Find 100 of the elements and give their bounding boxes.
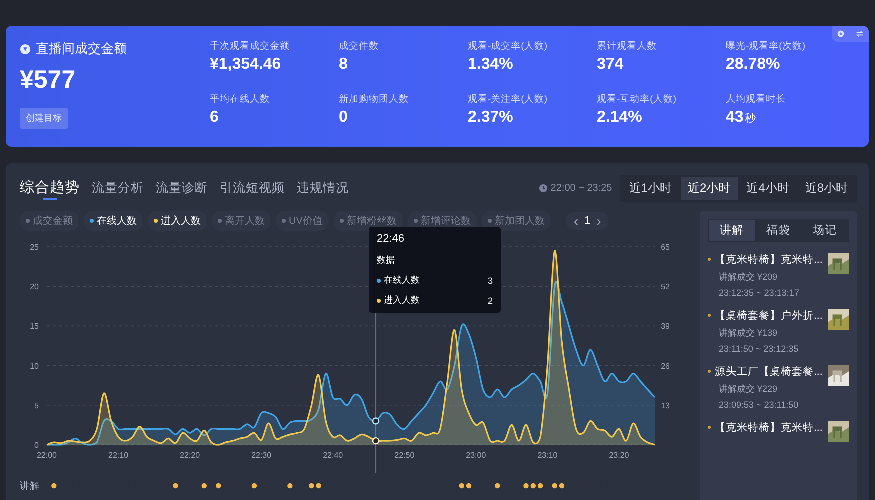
axis-label: 65: [661, 243, 670, 252]
axis-label: 39: [661, 322, 670, 332]
axis-label: 23:20: [609, 451, 630, 460]
tab[interactable]: 引流短视频: [220, 180, 285, 200]
axis-label: 22:20: [180, 451, 200, 460]
metric-value: 1.34%: [468, 56, 514, 74]
next-button[interactable]: ›: [594, 213, 604, 229]
swap-icon[interactable]: [856, 30, 864, 38]
range-button[interactable]: 近8小时: [798, 177, 855, 200]
tooltip-label: 进入人数: [384, 294, 421, 307]
hover-point: [372, 418, 380, 425]
axis-label: 22:50: [394, 451, 415, 460]
range-button[interactable]: 近1小时: [622, 177, 679, 200]
time-span: 23:12:35 ~ 23:13:17: [719, 288, 800, 298]
tab[interactable]: 流量诊断: [156, 180, 208, 200]
metric-value: 374: [597, 56, 625, 74]
metric-label: 累计观看人数: [597, 40, 658, 53]
metric-value: 43秒: [726, 108, 757, 126]
settings-icon[interactable]: [837, 30, 846, 38]
explain-marker[interactable]: [495, 483, 500, 489]
tooltip-title: 数据: [377, 254, 396, 267]
product-title[interactable]: 源头工厂【桌椅套餐...: [715, 365, 828, 379]
axis-label: 23:00: [466, 451, 486, 460]
tooltip-time: 22:46: [377, 233, 406, 245]
axis-label: 5: [34, 401, 39, 410]
product-title[interactable]: 【桌椅套餐】户外折...: [715, 309, 828, 323]
explain-marker[interactable]: [530, 483, 536, 489]
metric-value: ¥1,354.46: [210, 56, 282, 74]
legend-chip[interactable]: 在线人数: [84, 211, 143, 231]
time-span: 23:11:50 ~ 23:12:35: [719, 344, 800, 354]
explain-marker[interactable]: [538, 483, 544, 489]
sidebar-tab[interactable]: 福袋: [755, 220, 802, 241]
sale-amount: 讲解成交 ¥139: [719, 327, 779, 340]
metric-label: 曝光-观看率(次数): [726, 40, 806, 53]
bullet-icon: [708, 370, 711, 373]
explain-row-label: 讲解: [20, 481, 40, 492]
axis-label: 22:10: [108, 451, 129, 460]
metric-label: 观看-互动率(人数): [597, 92, 678, 106]
axis-label: 0: [34, 441, 39, 450]
legend-chip[interactable]: 进入人数: [148, 211, 207, 231]
metric-value: 0: [339, 108, 349, 126]
axis-label: 20: [30, 282, 39, 292]
sale-amount: 讲解成交 ¥229: [719, 383, 779, 396]
explain-marker[interactable]: [216, 483, 222, 489]
range-button[interactable]: 近4小时: [740, 177, 796, 200]
metric-label: 成交件数: [339, 40, 380, 53]
bullet-icon: [708, 258, 711, 261]
tooltip-label: 在线人数: [384, 274, 421, 287]
explain-marker[interactable]: [173, 483, 178, 489]
explain-marker[interactable]: [202, 483, 207, 489]
axis-label: 25: [30, 243, 39, 252]
summary-title: 直播间成交金额: [36, 40, 127, 58]
explain-marker[interactable]: [552, 483, 558, 489]
metric-value: 2.14%: [597, 108, 644, 126]
metric-value: 8: [339, 56, 349, 74]
metric-label: 观看-关注率(人数): [468, 92, 548, 106]
explain-marker[interactable]: [459, 483, 464, 489]
bullet-icon: [708, 314, 711, 317]
metric-label: 平均在线人数: [210, 92, 271, 106]
product-title[interactable]: 【克米特椅】克米特...: [715, 253, 828, 267]
metric-label: 新加购物团人数: [339, 92, 410, 106]
explain-marker[interactable]: [466, 483, 472, 489]
metric-value: 28.78%: [726, 56, 782, 74]
explain-marker[interactable]: [288, 483, 293, 489]
explain-marker[interactable]: [52, 483, 57, 489]
badge-icon: [20, 44, 31, 54]
sale-amount: 讲解成交 ¥209: [719, 271, 779, 284]
metric-label: 千次观看成交金额: [210, 40, 291, 53]
explain-marker[interactable]: [559, 483, 565, 489]
time-range: 22:00 ~ 23:25: [550, 183, 612, 194]
axis-label: 22:00: [36, 451, 58, 460]
bullet-icon: [708, 426, 711, 429]
explain-marker[interactable]: [524, 483, 529, 489]
explain-marker[interactable]: [316, 483, 322, 489]
tab[interactable]: 违规情况: [297, 180, 349, 200]
sidebar-tab[interactable]: 场记: [802, 220, 848, 241]
tooltip-value: 3: [488, 276, 493, 286]
tab[interactable]: 综合趋势: [20, 178, 80, 200]
axis-label: 26: [661, 362, 670, 371]
metric-label: 人均观看时长: [726, 92, 787, 106]
tab[interactable]: 流量分析: [92, 180, 144, 200]
hover-point: [372, 437, 380, 445]
axis-label: 22:30: [252, 451, 272, 460]
metric-label: 观看-成交率(人数): [468, 40, 548, 53]
explain-marker[interactable]: [309, 483, 314, 489]
clock-icon: [538, 184, 548, 193]
axis-label: 22:40: [323, 451, 344, 460]
summary-value: ¥577: [20, 66, 76, 95]
metric-value: 6: [210, 108, 220, 126]
axis-label: 52: [661, 282, 670, 292]
explain-marker[interactable]: [252, 483, 258, 489]
product-title[interactable]: 【克米特椅】克米特...: [715, 421, 828, 435]
sidebar-tab[interactable]: 讲解: [709, 220, 756, 241]
tooltip-value: 2: [488, 296, 493, 306]
metric-value: 2.37%: [468, 108, 514, 126]
axis-label: 13: [661, 401, 670, 410]
page-number: 1: [584, 215, 591, 227]
range-button[interactable]: 近2小时: [680, 177, 738, 200]
axis-label: 10: [30, 362, 39, 371]
previous-button[interactable]: ‹: [572, 213, 581, 229]
